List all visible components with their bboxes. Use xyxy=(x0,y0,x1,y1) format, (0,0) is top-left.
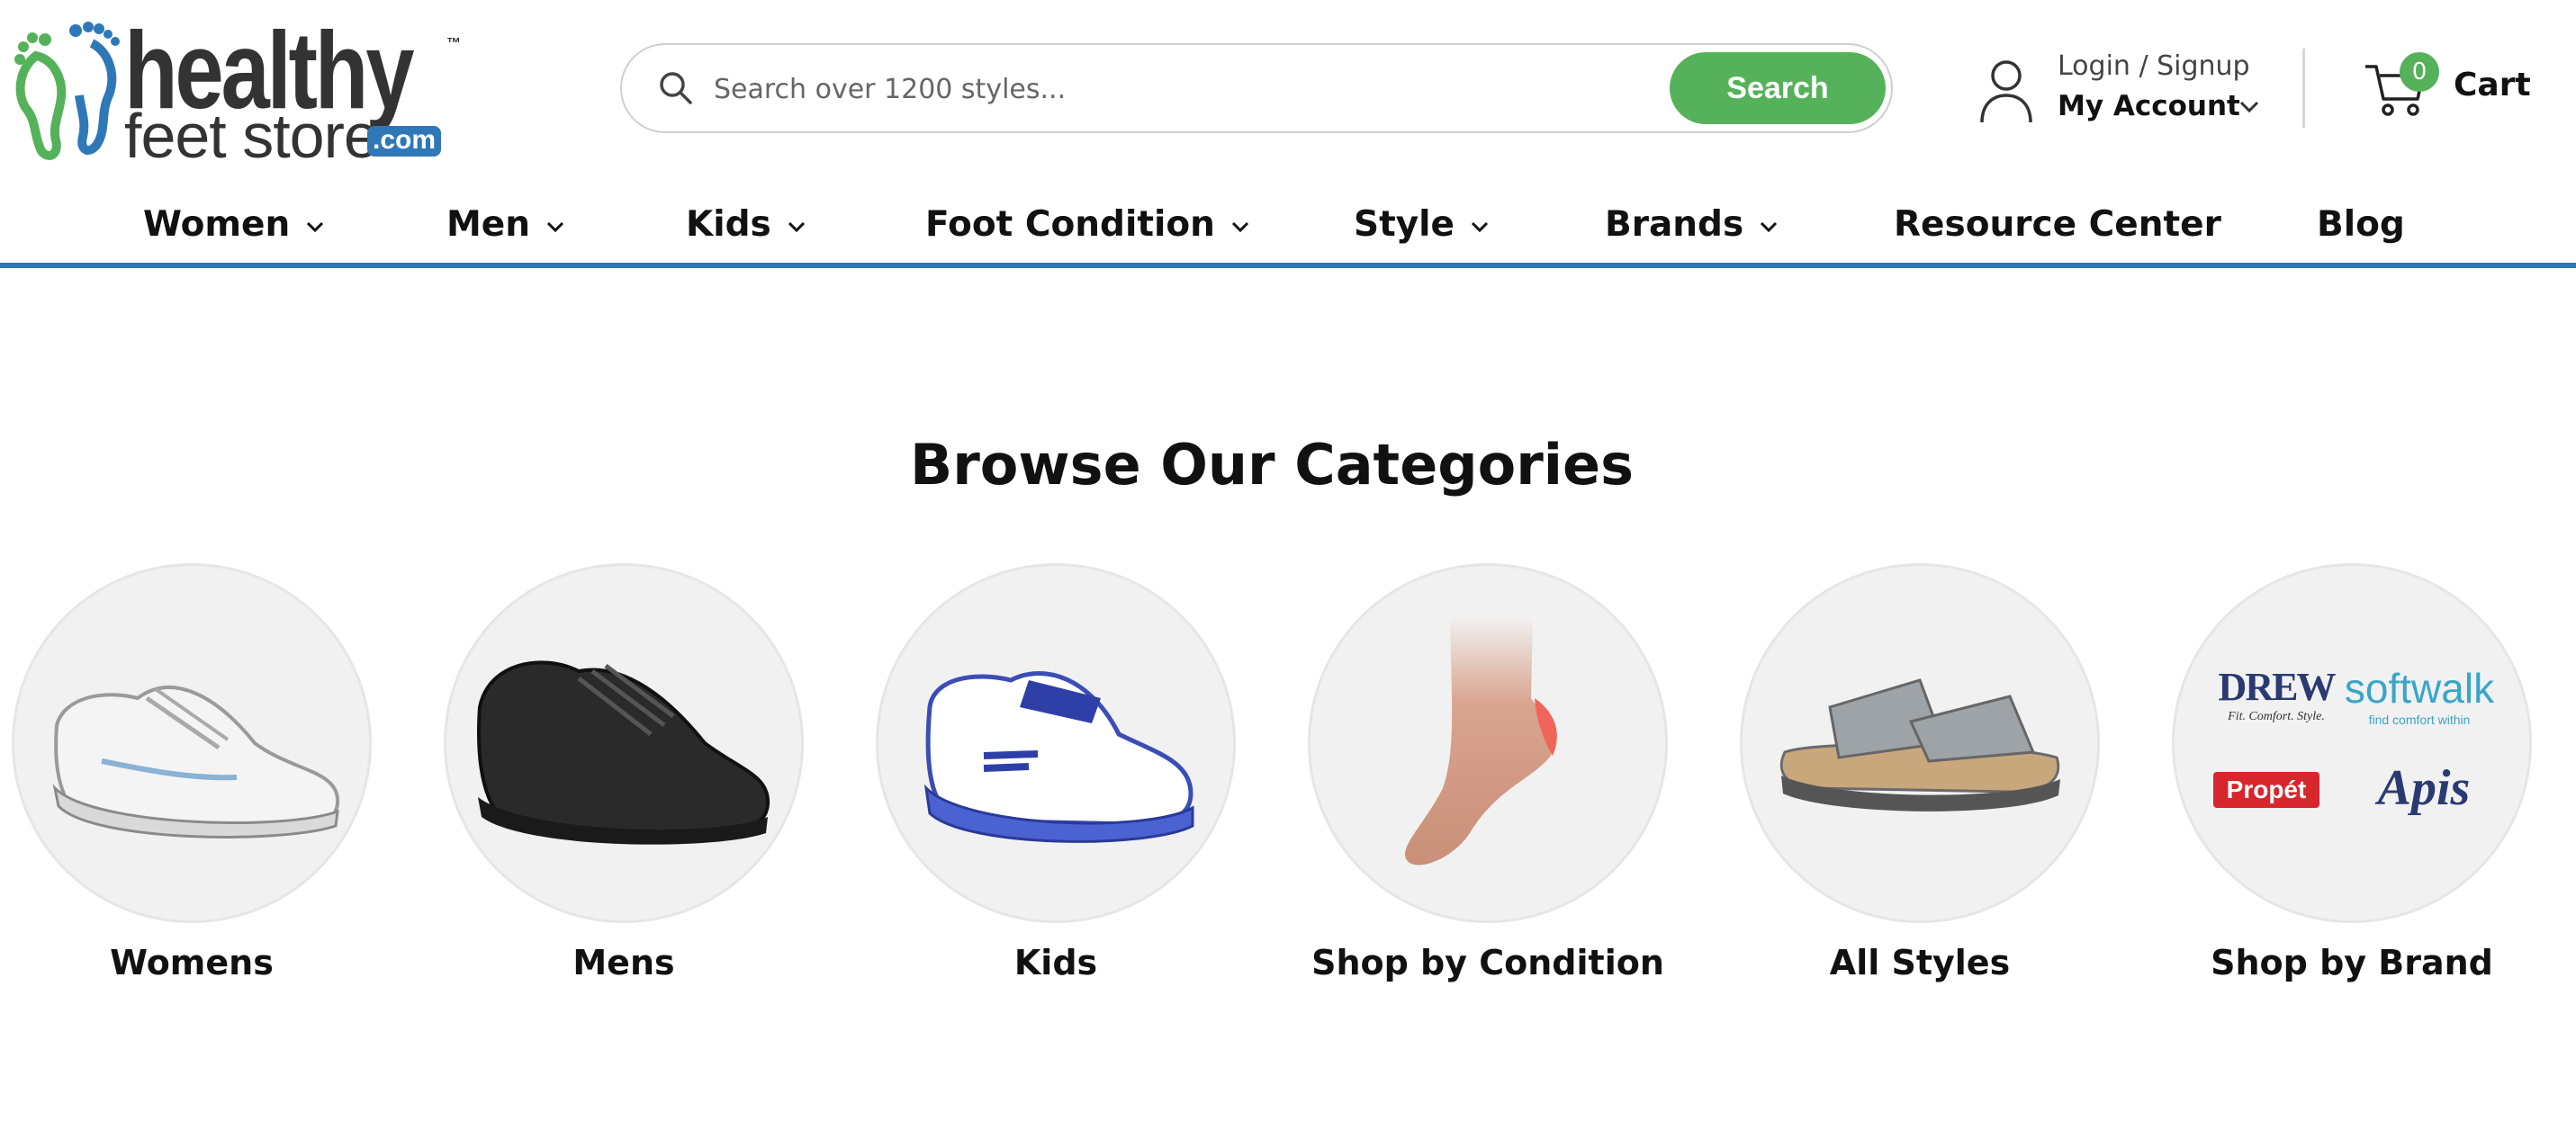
nav-item-women[interactable]: Women xyxy=(143,198,324,252)
nav-item-foot-condition[interactable]: Foot Condition xyxy=(925,198,1249,252)
womens-sneaker-image xyxy=(52,686,340,839)
nav-item-label: Kids xyxy=(686,204,771,245)
drew-brand-logo: DREW Fit. Comfort. Style. xyxy=(2213,664,2339,724)
section-title: Browse Our Categories xyxy=(909,432,1635,498)
chevron-down-icon xyxy=(546,221,564,232)
propet-brand-logo: Propét xyxy=(2213,772,2319,808)
cart-button[interactable]: 0 Cart xyxy=(2364,52,2544,133)
category-label: Kids xyxy=(1013,943,1098,982)
category-image xyxy=(1740,563,2100,923)
category-image xyxy=(12,563,372,923)
softwalk-brand-logo: softwalk find comfort within xyxy=(2334,664,2505,727)
category-label: Shop by Condition xyxy=(1311,943,1664,982)
login-signup-link[interactable]: Login / Signup xyxy=(2058,50,2250,82)
nav-item-men[interactable]: Men xyxy=(446,198,564,252)
header-divider xyxy=(2302,49,2305,128)
chevron-down-icon xyxy=(1471,221,1489,232)
sandal-image xyxy=(1779,678,2060,812)
chevron-down-icon xyxy=(307,221,324,232)
heel-pain-foot-image xyxy=(1405,617,1557,865)
softwalk-tagline: find comfort within xyxy=(2368,713,2471,727)
nav-item-style[interactable]: Style xyxy=(1354,198,1489,252)
chevron-down-icon xyxy=(1231,221,1248,232)
my-account-label[interactable]: My Account xyxy=(2058,90,2240,122)
nav-item-label: Men xyxy=(446,204,531,245)
chevron-down-icon xyxy=(788,221,805,232)
chevron-down-icon xyxy=(1761,221,1778,232)
logo-dot-com: .com xyxy=(367,126,442,157)
cart-count-badge: 0 xyxy=(2400,52,2439,92)
nav-item-brands[interactable]: Brands xyxy=(1605,198,1778,252)
category-image: DREW Fit. Comfort. Style. softwalk find … xyxy=(2172,563,2532,923)
category-all-styles[interactable]: All Styles xyxy=(1740,563,2100,995)
category-shop-by-condition[interactable]: Shop by Condition xyxy=(1308,563,1668,995)
category-label: Womens xyxy=(110,943,274,982)
site-logo[interactable]: healthy ™ feet store .com xyxy=(9,15,477,167)
softwalk-brand-name: softwalk xyxy=(2344,665,2495,712)
nav-item-blog[interactable]: Blog xyxy=(2317,198,2405,252)
nav-item-label: Style xyxy=(1354,204,1455,245)
nav-item-label: Brands xyxy=(1605,204,1744,245)
nav-item-kids[interactable]: Kids xyxy=(686,198,806,252)
category-image xyxy=(1308,563,1668,923)
nav-item-label: Foot Condition xyxy=(925,204,1215,245)
nav-item-label: Women xyxy=(143,204,291,245)
category-image xyxy=(444,563,804,923)
category-label: Shop by Brand xyxy=(2211,943,2493,982)
user-icon xyxy=(1980,60,2032,123)
mens-sneaker-image xyxy=(477,660,770,845)
apis-brand-logo: Apis xyxy=(2377,760,2471,816)
category-mens[interactable]: Mens xyxy=(444,563,804,995)
category-image xyxy=(876,563,1236,923)
category-label: All Styles xyxy=(1829,943,2011,982)
nav-item-resource-center[interactable]: Resource Center xyxy=(1894,198,2221,252)
search-icon xyxy=(660,72,692,104)
logo-word-feet-store: feet store xyxy=(124,101,379,171)
account-menu[interactable]: Login / Signup My Account xyxy=(1978,47,2266,137)
trademark-symbol: ™ xyxy=(446,36,461,51)
feet-logo-icon xyxy=(14,22,120,160)
kids-sneaker-image xyxy=(923,671,1194,843)
category-label: Mens xyxy=(572,943,675,982)
search-button[interactable]: Search xyxy=(1670,52,1886,124)
search-input[interactable] xyxy=(712,63,1616,115)
category-womens[interactable]: Womens xyxy=(12,563,372,995)
cart-label: Cart xyxy=(2454,67,2531,103)
nav-item-label: Resource Center xyxy=(1894,204,2221,245)
site-header: healthy ™ feet store .com Search Login /… xyxy=(0,0,2576,268)
chevron-down-icon xyxy=(2239,101,2259,113)
nav-item-label: Blog xyxy=(2317,204,2405,245)
category-kids[interactable]: Kids xyxy=(876,563,1236,995)
category-shop-by-brand[interactable]: DREW Fit. Comfort. Style. softwalk find … xyxy=(2172,563,2532,995)
drew-tagline: Fit. Comfort. Style. xyxy=(2228,710,2325,723)
main-navigation: Women Men Kids Foot Condition Style Bran… xyxy=(0,189,2576,268)
drew-brand-name: DREW xyxy=(2218,665,2337,709)
search-bar: Search xyxy=(620,43,1893,133)
